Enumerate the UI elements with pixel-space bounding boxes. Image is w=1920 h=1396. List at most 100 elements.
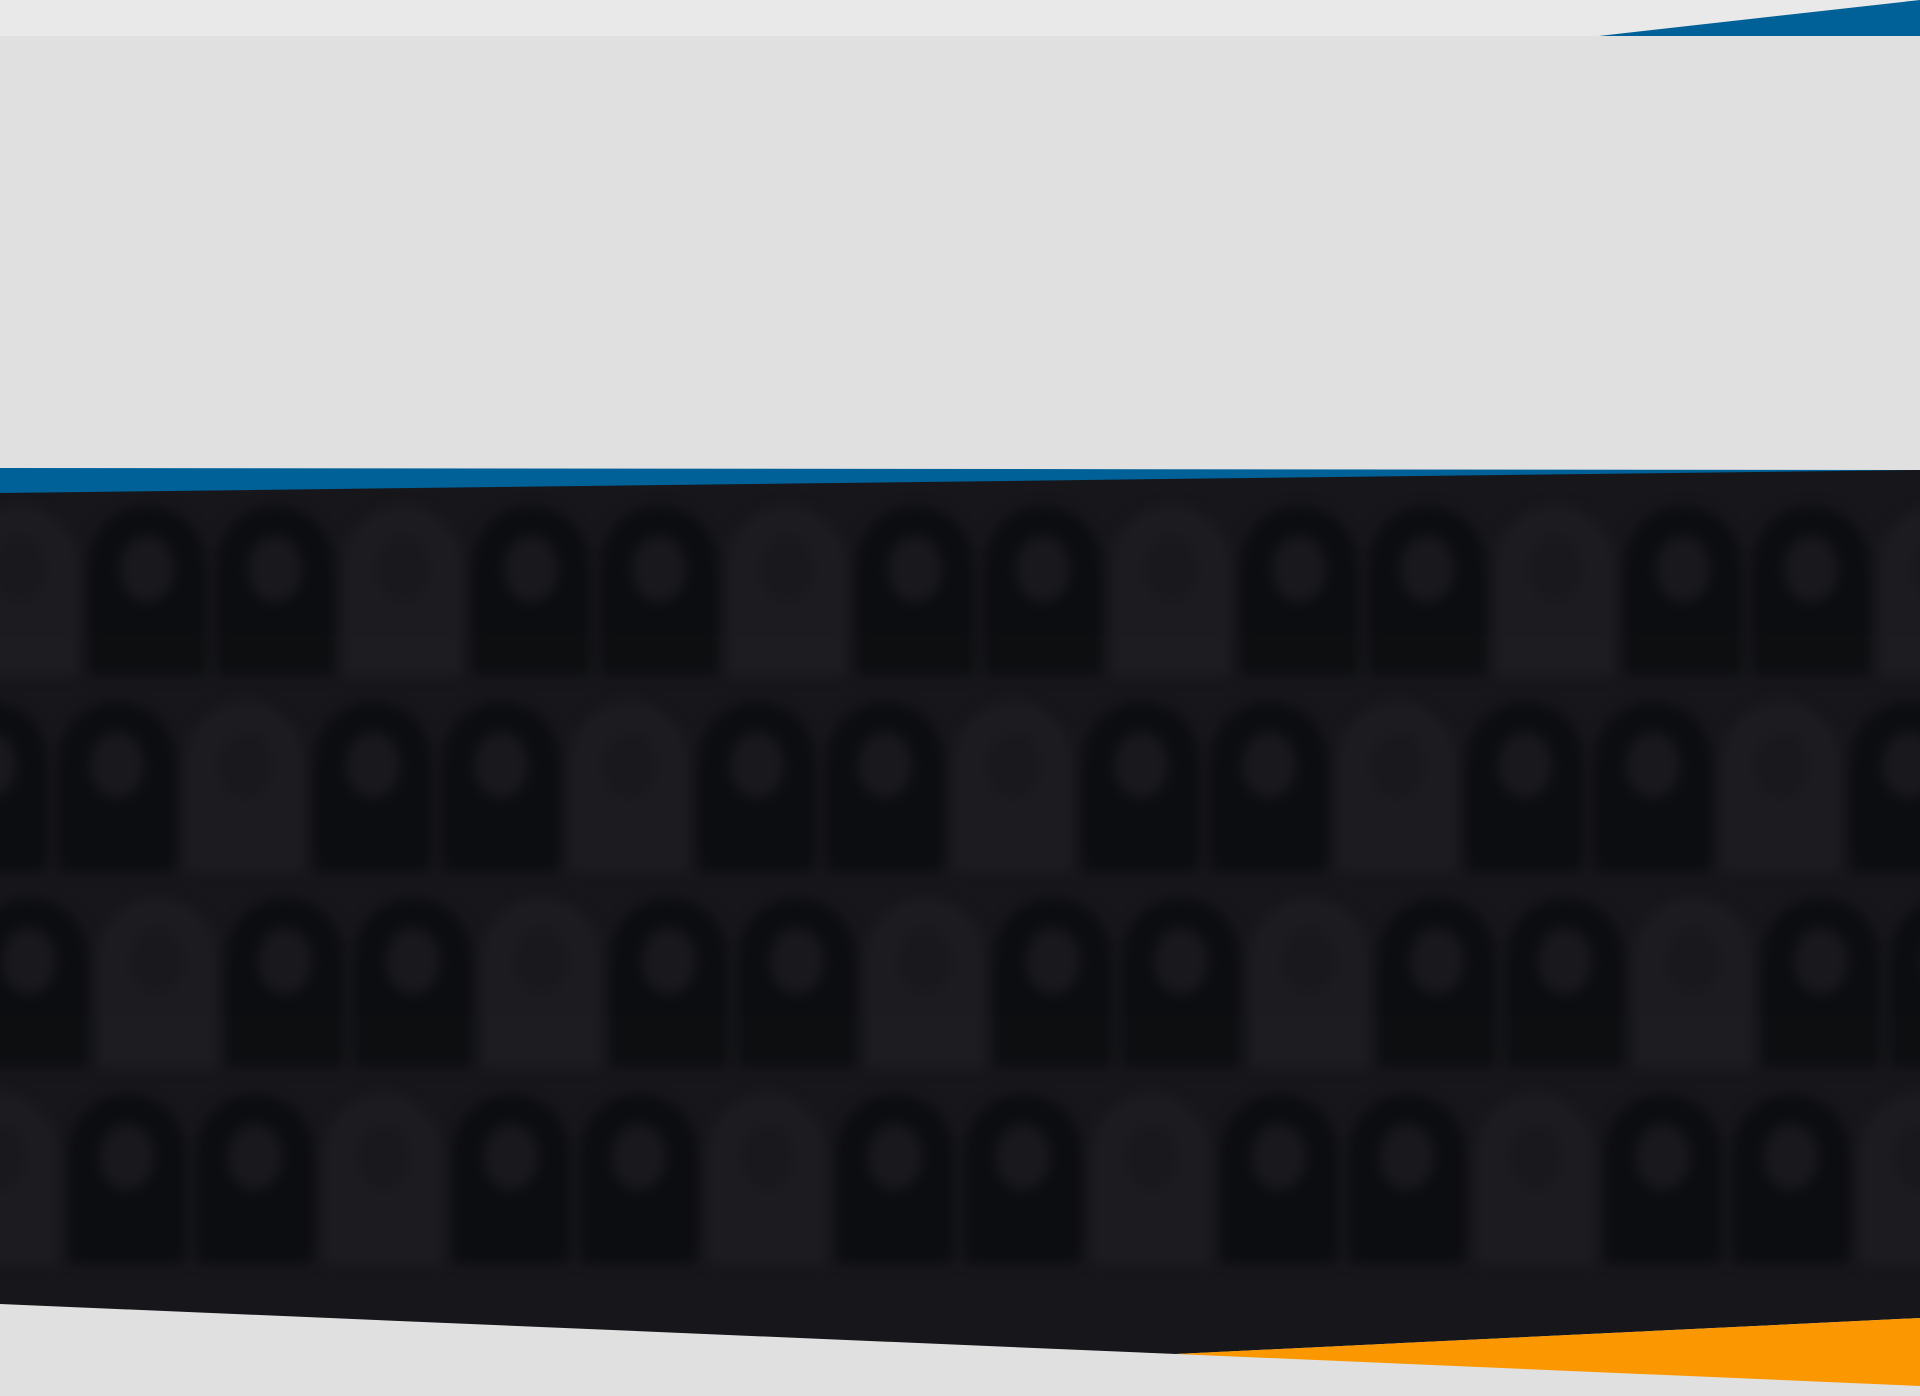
portrait-tile [354, 898, 472, 1068]
portrait-tile [1496, 506, 1614, 676]
portrait-face [1498, 732, 1552, 798]
portrait-face [1242, 732, 1296, 798]
portrait-tile [472, 506, 590, 676]
portrait-tile [856, 506, 974, 676]
portrait-face [1124, 1124, 1178, 1190]
mosaic-row [0, 684, 1920, 880]
portrait-tile [954, 702, 1072, 872]
portrait-tile [698, 702, 816, 872]
portrait-tile [186, 702, 304, 872]
portrait-face [356, 1124, 410, 1190]
portrait-tile [1240, 506, 1358, 676]
portrait-face [888, 536, 942, 602]
portrait-tile [88, 506, 206, 676]
portrait-tile [1122, 898, 1240, 1068]
portrait-tile [610, 898, 728, 1068]
portrait-face [1656, 536, 1710, 602]
portrait-face [642, 928, 696, 994]
portrait-face [1016, 536, 1070, 602]
portrait-tile [68, 1094, 186, 1264]
portrait-tile [98, 898, 216, 1068]
portrait-face [1508, 1124, 1562, 1190]
portrait-tile [1752, 506, 1870, 676]
portrait-face [258, 928, 312, 994]
portrait-face [1882, 732, 1920, 798]
portrait-face [1026, 928, 1080, 994]
portrait-tile [1732, 1094, 1850, 1264]
portrait-face [0, 732, 16, 798]
portrait-tile [58, 702, 176, 872]
portrait-face [996, 1124, 1050, 1190]
portrait-tile [196, 1094, 314, 1264]
portrait-face [1114, 732, 1168, 798]
portrait-tile [0, 702, 48, 872]
portrait-face [504, 536, 558, 602]
portrait-tile [482, 898, 600, 1068]
portrait-tile [1850, 702, 1920, 872]
portrait-face [120, 536, 174, 602]
portrait-face [1380, 1124, 1434, 1190]
portrait-tile [1860, 1094, 1920, 1264]
portrait-face [346, 732, 400, 798]
portrait-tile [442, 702, 560, 872]
mosaic-row [0, 880, 1920, 1076]
portrait-face [2, 928, 56, 994]
portrait-face [1538, 928, 1592, 994]
portrait-tile [826, 702, 944, 872]
portrait-tile [994, 898, 1112, 1068]
portrait-tile [1092, 1094, 1210, 1264]
portrait-face [1252, 1124, 1306, 1190]
portrait-face [514, 928, 568, 994]
portrait-tile [1594, 702, 1712, 872]
portrait-face [730, 732, 784, 798]
portrait-face [1144, 536, 1198, 602]
page [0, 0, 1920, 1396]
portrait-face [1636, 1124, 1690, 1190]
portrait-face [868, 1124, 922, 1190]
portrait-face [1666, 928, 1720, 994]
portrait-face [898, 928, 952, 994]
portrait-mosaic-image [0, 470, 1920, 1354]
portrait-face [218, 732, 272, 798]
portrait-face [0, 1124, 26, 1190]
portrait-tile [1082, 702, 1200, 872]
portrait-tile [1466, 702, 1584, 872]
portrait-tile [1220, 1094, 1338, 1264]
portrait-face [760, 536, 814, 602]
top-bar [0, 0, 1920, 36]
portrait-tile [1604, 1094, 1722, 1264]
portrait-tile [1368, 506, 1486, 676]
portrait-face [228, 1124, 282, 1190]
portrait-tile [984, 506, 1102, 676]
portrait-face [0, 536, 46, 602]
portrait-tile [0, 898, 88, 1068]
mosaic-row [0, 1076, 1920, 1272]
portrait-tile [1476, 1094, 1594, 1264]
portrait-tile [344, 506, 462, 676]
portrait-tile [314, 702, 432, 872]
portrait-face [1400, 536, 1454, 602]
portrait-face [1626, 732, 1680, 798]
portrait-tile [728, 506, 846, 676]
portrait-tile [452, 1094, 570, 1264]
hero-panel [0, 36, 1920, 470]
portrait-face [1912, 536, 1920, 602]
portrait-face [1892, 1124, 1920, 1190]
portrait-face [1764, 1124, 1818, 1190]
portrait-tile [1348, 1094, 1466, 1264]
portrait-face [740, 1124, 794, 1190]
portrait-tile [738, 898, 856, 1068]
portrait-tile [324, 1094, 442, 1264]
portrait-tile [1762, 898, 1880, 1068]
portrait-face [1784, 536, 1838, 602]
portrait-tile [1722, 702, 1840, 872]
portrait-tile [1634, 898, 1752, 1068]
portrait-face [386, 928, 440, 994]
portrait-face [1272, 536, 1326, 602]
portrait-face [1154, 928, 1208, 994]
portrait-tile [0, 1094, 58, 1264]
portrait-tile [708, 1094, 826, 1264]
portrait-face [1282, 928, 1336, 994]
portrait-face [858, 732, 912, 798]
portrait-tile [570, 702, 688, 872]
